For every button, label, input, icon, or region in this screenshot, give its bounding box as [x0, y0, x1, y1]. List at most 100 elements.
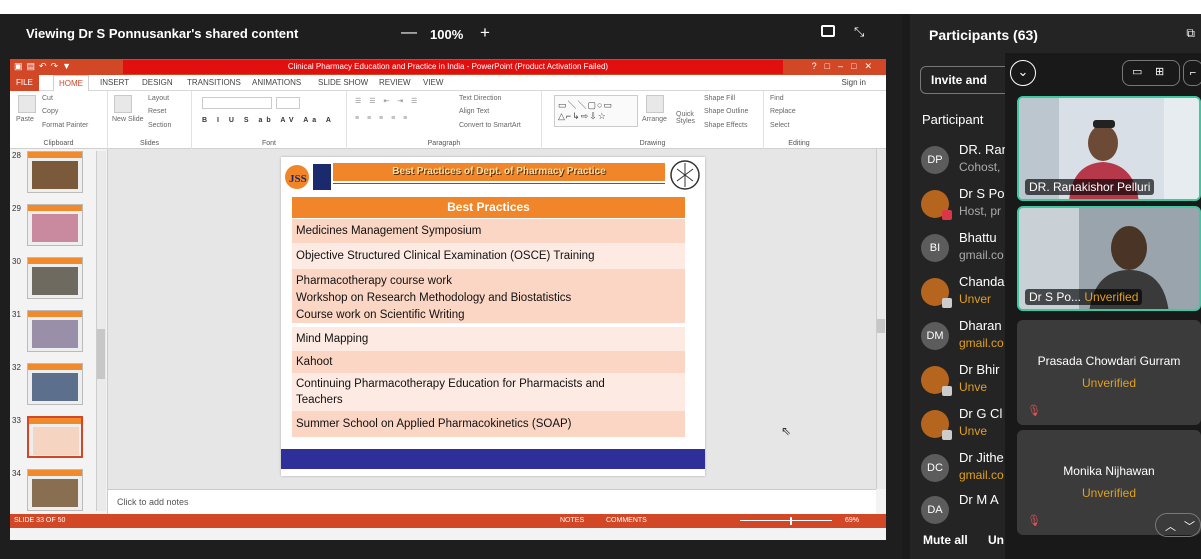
- slide-thumbnail[interactable]: [27, 151, 83, 193]
- slide-thumbnail[interactable]: [27, 469, 83, 511]
- slide-thumbnail[interactable]: [27, 363, 83, 405]
- slide-thumbnail[interactable]: [27, 310, 83, 352]
- tab-transitions[interactable]: TRANSITIONS: [187, 78, 241, 87]
- shape-icons-2: △⌐↳⇨⇩☆: [558, 111, 607, 121]
- unverified-label: Unver: [959, 292, 992, 306]
- layout-button[interactable]: Layout: [148, 95, 169, 102]
- participant-name: Dr Bhir: [959, 362, 1000, 377]
- pip-icon[interactable]: [821, 25, 835, 37]
- window-controls[interactable]: ?□–□✕: [812, 61, 880, 72]
- caption-name: Dr S Po...: [1029, 290, 1082, 304]
- find-button[interactable]: Find: [770, 95, 784, 102]
- participants-section-header[interactable]: Participant: [922, 112, 983, 127]
- collapse-icon[interactable]: ⤡: [854, 24, 864, 40]
- quick-access-icons[interactable]: ▣▤↶↷▼: [14, 61, 75, 72]
- current-slide[interactable]: JSS Best Practices of Dept. of Pharmacy …: [281, 157, 705, 476]
- tab-slide-show[interactable]: SLIDE SHOW: [318, 78, 368, 87]
- list-icons[interactable]: ☰ ☰ ⇤ ⇥ ☰: [355, 97, 420, 105]
- mouse-cursor-icon: ⇖: [781, 424, 792, 438]
- paste-button[interactable]: Paste: [16, 116, 34, 123]
- video-tile-ranakishor[interactable]: DR. Ranakishor Pelluri: [1017, 96, 1201, 201]
- reset-button[interactable]: Reset: [148, 108, 166, 115]
- group-slides: New Slide Layout Reset Section Slides: [108, 91, 192, 149]
- slide-canvas: JSS Best Practices of Dept. of Pharmacy …: [108, 149, 886, 489]
- speaker-view-icon[interactable]: ▭: [1132, 65, 1142, 78]
- zoom-in-button[interactable]: +: [480, 23, 490, 43]
- zoom-out-button[interactable]: —: [401, 24, 417, 42]
- tile-participant-name: Prasada Chowdari Gurram: [1037, 354, 1181, 368]
- zoom-slider[interactable]: [740, 520, 832, 521]
- font-family-select[interactable]: [202, 97, 272, 109]
- video-tile-prasada[interactable]: Prasada Chowdari Gurram Unverified 🎙: [1017, 320, 1201, 425]
- tab-file[interactable]: FILE: [10, 75, 39, 91]
- avatar: DA: [921, 496, 949, 524]
- group-paragraph: ☰ ☰ ⇤ ⇥ ☰ ≡ ≡ ≡ ≡ ≡ Text Direction Align…: [347, 91, 542, 149]
- arrange-icon[interactable]: [646, 95, 664, 113]
- align-text-button[interactable]: Align Text: [459, 108, 489, 115]
- participant-email: gmail.co: [959, 468, 1004, 482]
- tab-home[interactable]: HOME: [53, 75, 89, 91]
- popout-icon[interactable]: ⧉: [1186, 26, 1195, 41]
- font-format-icons[interactable]: B I U S ab AV Aa A: [202, 117, 335, 124]
- gallery-nav[interactable]: ︿ ﹀: [1155, 513, 1201, 537]
- tab-review[interactable]: REVIEW: [379, 78, 411, 87]
- slide-thumbnail[interactable]: [27, 204, 83, 246]
- sign-in-link[interactable]: Sign in: [842, 78, 866, 87]
- slide-title: Best Practices of Dept. of Pharmacy Prac…: [392, 166, 606, 177]
- slide-scroll-thumb[interactable]: [877, 319, 885, 333]
- tab-view[interactable]: VIEW: [423, 78, 443, 87]
- tab-animations[interactable]: ANIMATIONS: [252, 78, 301, 87]
- table-row-group: Continuing Pharmacotherapy Education for…: [292, 373, 685, 411]
- view-switcher[interactable]: ▭ ⊞: [1122, 60, 1180, 86]
- shape-fill-button[interactable]: Shape Fill: [704, 95, 735, 102]
- status-badge: [942, 210, 952, 220]
- thumb-number: 31: [12, 310, 21, 319]
- notes-button[interactable]: NOTES: [560, 517, 584, 524]
- new-slide-button[interactable]: New Slide: [112, 116, 144, 123]
- zoom-percent[interactable]: 69%: [845, 517, 859, 524]
- zoom-slider-knob[interactable]: [790, 517, 792, 525]
- new-slide-icon[interactable]: [114, 95, 132, 113]
- font-size-select[interactable]: [276, 97, 300, 109]
- share-title: Viewing Dr S Ponnusankar's shared conten…: [26, 26, 299, 41]
- mute-all-button[interactable]: Mute all: [923, 533, 968, 547]
- collapse-chevron-icon[interactable]: ⌄: [1010, 60, 1036, 86]
- tab-design[interactable]: DESIGN: [142, 78, 173, 87]
- notes-pane[interactable]: Click to add notes: [108, 489, 876, 514]
- shape-outline-button[interactable]: Shape Outline: [704, 108, 748, 115]
- expand-icon[interactable]: ⌐: [1183, 60, 1201, 86]
- replace-button[interactable]: Replace: [770, 108, 796, 115]
- table-row-line: Continuing Pharmacotherapy Education for…: [296, 378, 605, 390]
- gallery-view-icon[interactable]: ⊞: [1155, 65, 1164, 78]
- select-button[interactable]: Select: [770, 122, 789, 129]
- arrange-button[interactable]: Arrange: [642, 116, 667, 123]
- copy-button[interactable]: Copy: [42, 108, 58, 115]
- format-painter-button[interactable]: Format Painter: [42, 122, 88, 129]
- mic-muted-icon: 🎙: [1027, 405, 1041, 417]
- group-drawing: ▭＼＼▢○▭ △⌐↳⇨⇩☆ Arrange Quick Styles Shape…: [542, 91, 764, 149]
- paste-icon[interactable]: [18, 95, 36, 113]
- thumb-number: 30: [12, 257, 21, 266]
- page-down-icon[interactable]: ﹀: [1184, 518, 1195, 534]
- align-icons[interactable]: ≡ ≡ ≡ ≡ ≡: [355, 115, 410, 122]
- video-tile-ponnusankar[interactable]: Dr S Po... Unverified: [1017, 206, 1201, 311]
- slide-thumbnail-selected[interactable]: [27, 416, 83, 458]
- page-up-icon[interactable]: ︿: [1165, 518, 1176, 534]
- comments-button[interactable]: COMMENTS: [606, 517, 647, 524]
- group-label: Drawing: [639, 140, 666, 147]
- participant-name: Bhattu: [959, 230, 997, 245]
- tab-insert[interactable]: INSERT: [100, 78, 129, 87]
- shapes-gallery[interactable]: ▭＼＼▢○▭ △⌐↳⇨⇩☆: [554, 95, 638, 127]
- convert-smartart-button[interactable]: Convert to SmartArt: [459, 122, 521, 129]
- quick-styles-button[interactable]: Quick Styles: [676, 111, 700, 125]
- thumbnail-scroll-thumb[interactable]: [97, 329, 105, 379]
- slide-thumbnail[interactable]: [27, 257, 83, 299]
- shape-effects-button[interactable]: Shape Effects: [704, 122, 747, 129]
- text-direction-button[interactable]: Text Direction: [459, 95, 501, 102]
- thumb-number: 33: [12, 416, 21, 425]
- section-button[interactable]: Section: [148, 122, 171, 129]
- status-bar: SLIDE 33 OF 50 NOTES COMMENTS 69%: [10, 514, 886, 528]
- unmute-all-button[interactable]: Un: [988, 533, 1004, 547]
- share-toolbar: Viewing Dr S Ponnusankar's shared conten…: [0, 14, 902, 58]
- cut-button[interactable]: Cut: [42, 95, 53, 102]
